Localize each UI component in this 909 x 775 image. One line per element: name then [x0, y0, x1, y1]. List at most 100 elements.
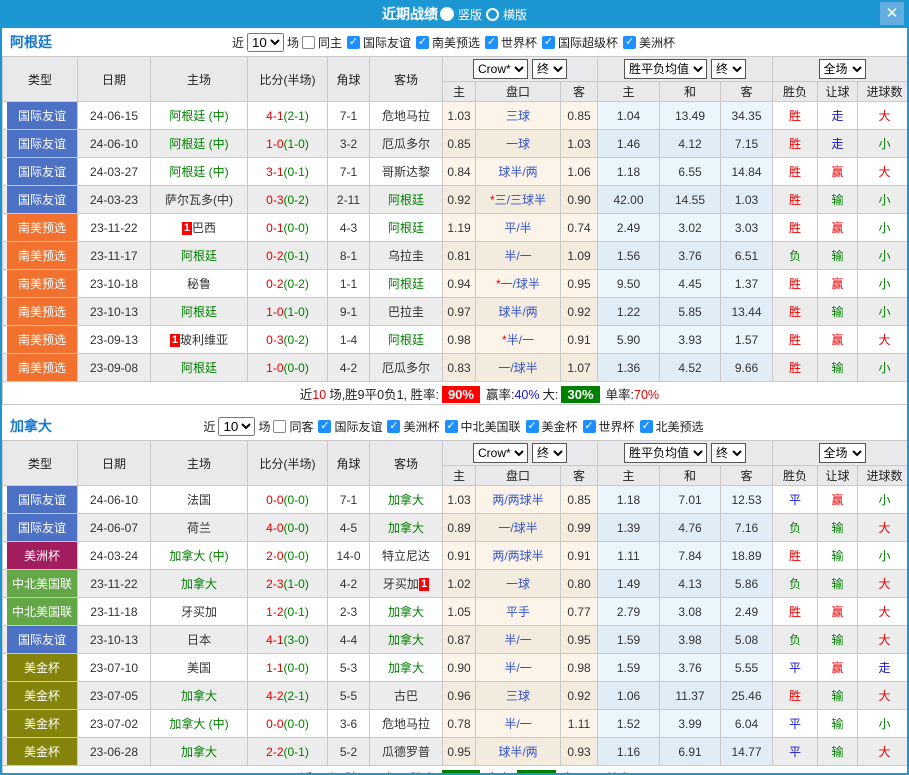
away-odds: 0.92 — [561, 682, 598, 710]
section-filter-bar: 阿根廷近10场同主✓国际友谊✓南美预选✓世界杯✓国际超级杯✓美洲杯 — [2, 28, 907, 56]
competition-checkbox[interactable]: ✓ — [623, 36, 636, 49]
rate-badge: 30% — [561, 386, 599, 403]
avg-type-select[interactable]: 胜平负均值 — [624, 59, 707, 79]
result-cell: 负 — [773, 626, 818, 654]
competition-cell: 中北美国联 — [3, 598, 78, 626]
odds-company-select[interactable]: Crow* — [473, 443, 528, 463]
competition-checkbox[interactable]: ✓ — [347, 36, 360, 49]
odds-company-select[interactable]: Crow* — [473, 59, 528, 79]
fulltime-score: 1-0 — [266, 305, 283, 319]
handicap-result-cell: 输 — [818, 570, 858, 598]
competition-badge: 美金杯 — [7, 710, 77, 737]
handicap-result-cell: 输 — [818, 542, 858, 570]
away-odds: 0.93 — [561, 738, 598, 766]
handicap-result-cell: 输 — [818, 186, 858, 214]
score-cell: 1-1(0-0) — [248, 654, 328, 682]
match-date: 23-07-02 — [78, 710, 151, 738]
competition-label: 美洲杯 — [403, 418, 439, 435]
handicap-cell: 一/球半 — [476, 354, 561, 382]
scope-select[interactable]: 全场 — [819, 59, 866, 79]
avg-away-odds: 1.03 — [721, 186, 773, 214]
scope-select[interactable]: 全场 — [819, 443, 866, 463]
halftime-score: (0-0) — [284, 717, 309, 731]
sub-column-header: 胜负 — [773, 82, 818, 102]
competition-checkbox[interactable]: ✓ — [387, 420, 400, 433]
same-venue-checkbox[interactable] — [302, 36, 315, 49]
competition-checkbox[interactable]: ✓ — [542, 36, 555, 49]
avg-home-odds: 1.59 — [598, 654, 660, 682]
away-team-name: 乌拉圭 — [388, 249, 424, 263]
avg-home-odds: 5.90 — [598, 326, 660, 354]
match-row: 南美预选23-11-221巴西0-1(0-0)4-3阿根廷1.19平/半0.74… — [3, 214, 909, 242]
competition-label: 北美预选 — [656, 418, 704, 435]
competition-badge: 国际友谊 — [7, 130, 77, 157]
competition-checkbox[interactable]: ✓ — [445, 420, 458, 433]
match-row: 国际友谊23-10-13日本4-1(3-0)4-4加拿大0.87半/一0.951… — [3, 626, 909, 654]
competition-checkbox[interactable]: ✓ — [526, 420, 539, 433]
competition-cell: 国际友谊 — [3, 102, 78, 130]
avg-time-select[interactable]: 终 — [711, 443, 746, 463]
result-cell: 胜 — [773, 130, 818, 158]
same-venue-checkbox[interactable] — [273, 420, 286, 433]
away-team: 古巴 — [370, 682, 443, 710]
away-team-name: 哥斯达黎 — [382, 165, 430, 179]
fulltime-score: 3-1 — [266, 165, 283, 179]
competition-cell: 国际友谊 — [3, 186, 78, 214]
avg-dropdown-cell: 胜平负均值终 — [598, 57, 773, 82]
section-filter-bar: 加拿大近10场同客✓国际友谊✓美洲杯✓中北美国联✓美金杯✓世界杯✓北美预选 — [2, 412, 907, 440]
result-cell: 胜 — [773, 186, 818, 214]
avg-away-odds: 3.03 — [721, 214, 773, 242]
competition-checkbox[interactable]: ✓ — [640, 420, 653, 433]
sub-column-header: 主 — [598, 82, 660, 102]
away-team-name: 巴拉圭 — [388, 305, 424, 319]
avg-time-select[interactable]: 终 — [711, 59, 746, 79]
radio-unselected-icon[interactable] — [486, 8, 499, 21]
away-team-name: 厄瓜多尔 — [382, 361, 430, 375]
competition-badge: 美金杯 — [7, 738, 77, 765]
handicap-text: 半/一 — [504, 633, 531, 647]
match-date: 23-10-18 — [78, 270, 151, 298]
close-button[interactable]: ✕ — [880, 2, 904, 25]
recent-count-select[interactable]: 10 — [218, 417, 255, 436]
team-section: 加拿大近10场同客✓国际友谊✓美洲杯✓中北美国联✓美金杯✓世界杯✓北美预选类型日… — [2, 412, 907, 775]
avg-home-odds: 1.18 — [598, 486, 660, 514]
sub-column-header: 胜负 — [773, 466, 818, 486]
fulltime-score: 1-1 — [266, 661, 283, 675]
score-cell: 0-2(0-1) — [248, 242, 328, 270]
competition-checkbox[interactable]: ✓ — [318, 420, 331, 433]
competition-label: 南美预选 — [432, 34, 480, 51]
competition-checkbox[interactable]: ✓ — [583, 420, 596, 433]
avg-draw-odds: 4.52 — [660, 354, 721, 382]
match-date: 23-11-17 — [78, 242, 151, 270]
home-team: 牙买加 — [151, 598, 248, 626]
halftime-score: (0-0) — [284, 549, 309, 563]
avg-home-odds: 1.52 — [598, 710, 660, 738]
result-cell: 平 — [773, 738, 818, 766]
match-row: 中北美国联23-11-18牙买加1-2(0-1)2-3加拿大1.05平手0.77… — [3, 598, 909, 626]
avg-type-select[interactable]: 胜平负均值 — [624, 443, 707, 463]
odds-time-select[interactable]: 终 — [532, 59, 567, 79]
home-team: 阿根廷 (中) — [151, 102, 248, 130]
sections-container: 阿根廷近10场同主✓国际友谊✓南美预选✓世界杯✓国际超级杯✓美洲杯类型日期主场比… — [2, 28, 907, 775]
competition-checkbox[interactable]: ✓ — [485, 36, 498, 49]
radio-selected-icon[interactable] — [440, 7, 454, 21]
home-team: 阿根廷 — [151, 242, 248, 270]
corners-cell: 3-6 — [328, 710, 370, 738]
match-date: 24-06-07 — [78, 514, 151, 542]
odds-time-select[interactable]: 终 — [532, 443, 567, 463]
avg-home-odds: 1.59 — [598, 626, 660, 654]
match-date: 23-07-10 — [78, 654, 151, 682]
away-team: 加拿大 — [370, 486, 443, 514]
handicap-result-cell: 赢 — [818, 158, 858, 186]
competition-checkbox[interactable]: ✓ — [416, 36, 429, 49]
competition-cell: 南美预选 — [3, 354, 78, 382]
recent-count-select[interactable]: 10 — [247, 33, 284, 52]
avg-away-odds: 34.35 — [721, 102, 773, 130]
rate-badge: 90% — [442, 386, 480, 403]
corners-cell: 7-1 — [328, 486, 370, 514]
goals-result-cell: 小 — [858, 298, 909, 326]
handicap-text: 半/一 — [504, 717, 531, 731]
same-venue-label: 同主 — [318, 34, 342, 51]
avg-away-odds: 7.16 — [721, 514, 773, 542]
competition-cell: 国际友谊 — [3, 514, 78, 542]
